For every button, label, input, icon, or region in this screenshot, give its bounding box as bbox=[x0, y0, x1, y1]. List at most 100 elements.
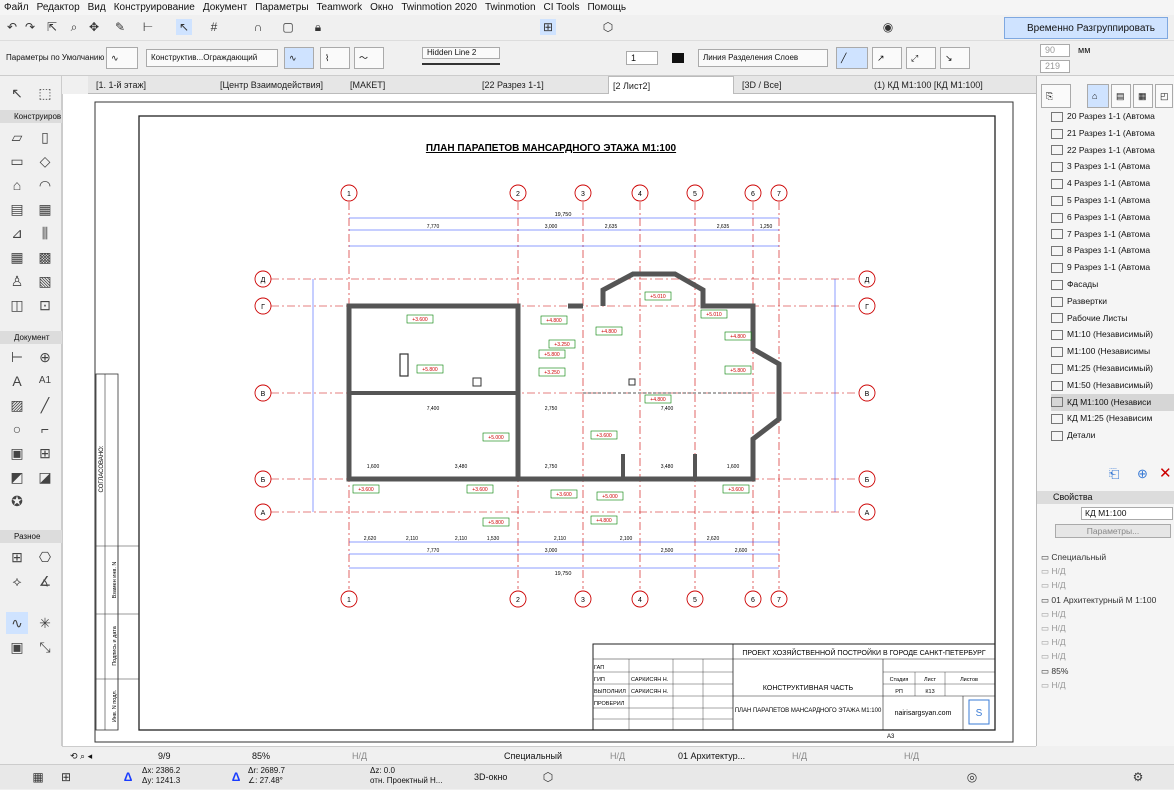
tab-4[interactable]: [2 Лист2] bbox=[608, 76, 734, 94]
status-nd-4[interactable]: Н/Д bbox=[904, 747, 919, 765]
polyline-button[interactable]: ⌇ bbox=[320, 47, 350, 69]
navigator-item[interactable]: 6 Разрез 1-1 (Автома bbox=[1051, 209, 1174, 226]
arrow-out-button[interactable]: ↘ bbox=[940, 47, 970, 69]
section-misc[interactable]: Разное bbox=[0, 530, 62, 543]
property-row[interactable]: ▭ 01 Архитектурный М 1:100 bbox=[1041, 593, 1156, 607]
navigator-item[interactable]: 3 Разрез 1-1 (Автома bbox=[1051, 158, 1174, 175]
navigator-item[interactable]: КД М1:100 (Независи bbox=[1051, 393, 1174, 411]
shell-icon[interactable]: ◠ bbox=[34, 174, 56, 196]
status-nd-3[interactable]: Н/Д bbox=[792, 747, 807, 765]
navigator-item[interactable]: Развертки bbox=[1051, 293, 1174, 310]
construct-dropdown[interactable]: Конструктив...Ограждающий bbox=[146, 49, 278, 67]
camera-icon[interactable]: ◎ bbox=[964, 769, 980, 785]
lamp-icon[interactable]: ▧ bbox=[34, 270, 56, 292]
text-tool-icon[interactable]: A bbox=[6, 370, 28, 392]
navigator-item[interactable]: 4 Разрез 1-1 (Автома bbox=[1051, 175, 1174, 192]
tab-5[interactable]: [3D / Все] bbox=[738, 76, 866, 94]
menu-item[interactable]: Файл bbox=[0, 2, 33, 13]
menu-item[interactable]: Twinmotion 2020 bbox=[397, 2, 481, 13]
navigator-item[interactable]: М1:10 (Независимый) bbox=[1051, 326, 1174, 343]
wall-icon[interactable]: ▱ bbox=[6, 126, 28, 148]
properties-params-button[interactable]: Параметры... bbox=[1055, 524, 1171, 538]
ungroup-button[interactable]: Временно Разгруппировать bbox=[1004, 17, 1168, 39]
property-row[interactable]: ▭ 85% bbox=[1041, 664, 1068, 678]
menu-item[interactable]: Конструирование bbox=[110, 2, 199, 13]
worksheet-tool-icon[interactable]: ✪ bbox=[6, 490, 28, 512]
grid-tool-icon[interactable]: ⊞ bbox=[6, 546, 28, 568]
marquee-tool-icon[interactable]: ⬚ bbox=[34, 82, 56, 104]
dimension-tool-icon[interactable]: ⊢ bbox=[6, 346, 28, 368]
delta-icon[interactable]: Δ bbox=[120, 769, 136, 785]
stair-icon[interactable]: ⊿ bbox=[6, 222, 28, 244]
menu-item[interactable]: CI Tools bbox=[540, 2, 584, 13]
menu-item[interactable]: Вид bbox=[84, 2, 110, 13]
column-icon[interactable]: ▯ bbox=[34, 126, 56, 148]
zoom-controls-icon[interactable]: ⟲ ⌕ ◂ bbox=[70, 747, 92, 765]
navigator-item[interactable]: 7 Разрез 1-1 (Автома bbox=[1051, 226, 1174, 243]
morph-tool-icon[interactable]: ⟡ bbox=[6, 570, 28, 592]
zone-icon[interactable]: ▩ bbox=[34, 246, 56, 268]
undo-icon[interactable]: ↶ bbox=[4, 19, 20, 35]
property-row[interactable]: ▭ Н/Д bbox=[1041, 607, 1066, 621]
line-tool-icon[interactable]: ╱ bbox=[34, 394, 56, 416]
level-dim-icon[interactable]: ⊕ bbox=[34, 346, 56, 368]
menu-item[interactable]: Документ bbox=[199, 2, 251, 13]
view-3d-button[interactable]: 3D-окно bbox=[474, 768, 507, 786]
elevation-tool-icon[interactable]: ◪ bbox=[34, 466, 56, 488]
length-field[interactable]: 219 bbox=[1040, 60, 1070, 73]
line-type-dropdown[interactable]: Hidden Line 2 bbox=[422, 47, 500, 59]
navigator-item[interactable]: М1:100 (Независимы bbox=[1051, 343, 1174, 360]
menu-item[interactable]: Teamwork bbox=[313, 2, 367, 13]
tab-1[interactable]: [Центр Взаимодействия] bbox=[216, 76, 342, 94]
curtain-wall-icon[interactable]: ▦ bbox=[34, 198, 56, 220]
default-params-label[interactable]: Параметры по Умолчанию bbox=[6, 49, 104, 67]
label-tool-icon[interactable]: A1 bbox=[34, 370, 56, 392]
door-icon[interactable]: ◫ bbox=[6, 294, 28, 316]
zoom-icon[interactable]: ⌕ bbox=[66, 19, 82, 35]
navigator-item[interactable]: 22 Разрез 1-1 (Автома bbox=[1051, 142, 1174, 159]
picture-tool-icon[interactable]: ▣ bbox=[6, 636, 28, 658]
publisher-button[interactable]: ◰ bbox=[1155, 84, 1173, 108]
change-tool-icon[interactable]: ⤡ bbox=[34, 636, 56, 658]
layer-icon[interactable]: ▢ bbox=[280, 19, 296, 35]
layout-book-button[interactable]: ▦ bbox=[1133, 84, 1153, 108]
navigator-item[interactable]: 5 Разрез 1-1 (Автома bbox=[1051, 192, 1174, 209]
navigator-item[interactable]: КД М1:25 (Независим bbox=[1051, 410, 1174, 427]
menu-item[interactable]: Параметры bbox=[251, 2, 312, 13]
delete-icon[interactable]: ✕ bbox=[1159, 464, 1172, 482]
layer-line-dropdown[interactable]: Линия Разделения Слоев bbox=[698, 49, 828, 67]
railing-icon[interactable]: ⫼ bbox=[34, 222, 56, 244]
drawing-tool-icon[interactable]: ▣ bbox=[6, 442, 28, 464]
navigator-item[interactable]: 8 Разрез 1-1 (Автома bbox=[1051, 242, 1174, 259]
arrow-line-button[interactable]: ↗ bbox=[872, 47, 902, 69]
settings-icon[interactable]: ⚙ bbox=[1130, 769, 1146, 785]
status-nd-1[interactable]: Н/Д bbox=[352, 747, 367, 765]
property-row[interactable]: ▭ Н/Д bbox=[1041, 564, 1066, 578]
lock-icon[interactable]: 🔒︎ bbox=[310, 19, 326, 35]
pen-number-field[interactable]: 1 bbox=[626, 51, 658, 65]
tab-3[interactable]: [22 Разрез 1-1] bbox=[478, 76, 604, 94]
roof-icon[interactable]: ⌂ bbox=[6, 174, 28, 196]
property-row[interactable]: ▭ Н/Д bbox=[1041, 621, 1066, 635]
navigator-item[interactable]: Детали bbox=[1051, 427, 1174, 444]
double-arrow-button[interactable]: ⤢ bbox=[906, 47, 936, 69]
navigator-item[interactable]: 20 Разрез 1-1 (Автома bbox=[1051, 108, 1174, 125]
status-special[interactable]: Специальный bbox=[504, 747, 562, 765]
navigator-item[interactable]: Фасады bbox=[1051, 276, 1174, 293]
tab-0[interactable]: [1. 1-й этаж] bbox=[92, 76, 212, 94]
skylight-icon[interactable]: ▤ bbox=[6, 198, 28, 220]
window-icon[interactable]: ⊡ bbox=[34, 294, 56, 316]
menu-item[interactable]: Редактор bbox=[33, 2, 84, 13]
circle-tool-icon[interactable]: ○ bbox=[6, 418, 28, 440]
view-map-button[interactable]: ▤ bbox=[1111, 84, 1131, 108]
property-row[interactable]: ▭ Н/Д bbox=[1041, 635, 1066, 649]
radial-dim-icon[interactable]: ∡ bbox=[34, 570, 56, 592]
arrow-tool-icon[interactable]: ↖ bbox=[6, 82, 28, 104]
delta-r-icon[interactable]: Δ bbox=[228, 769, 244, 785]
section-tool-icon[interactable]: ◩ bbox=[6, 466, 28, 488]
grid-icon[interactable]: # bbox=[206, 19, 222, 35]
fill-tool-icon[interactable]: ▨ bbox=[6, 394, 28, 416]
tab-2[interactable]: [МАКЕТ] bbox=[346, 76, 474, 94]
clone-icon[interactable]: ⊕ bbox=[1137, 466, 1148, 482]
line-geometry-button[interactable]: ╱ bbox=[836, 47, 868, 69]
